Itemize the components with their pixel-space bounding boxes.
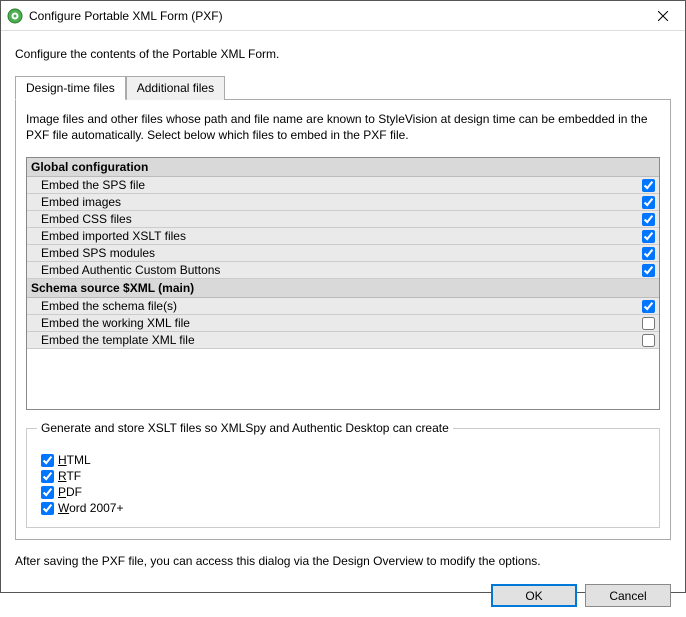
format-option[interactable]: RTF (37, 469, 649, 483)
titlebar: Configure Portable XML Form (PXF) (1, 1, 685, 31)
config-row-checkbox[interactable] (642, 213, 655, 226)
cancel-button[interactable]: Cancel (585, 584, 671, 607)
config-row-label: Embed the template XML file (41, 333, 642, 347)
config-row-checkbox[interactable] (642, 317, 655, 330)
footer-note: After saving the PXF file, you can acces… (15, 554, 671, 568)
tab-additional-files[interactable]: Additional files (126, 76, 225, 100)
format-checkbox[interactable] (41, 454, 54, 467)
formats-legend: Generate and store XSLT files so XMLSpy … (37, 421, 453, 435)
tab-panel-design: Image files and other files whose path a… (15, 100, 671, 540)
config-group-header: Schema source $XML (main) (27, 279, 659, 298)
config-row: Embed CSS files (27, 211, 659, 228)
format-option[interactable]: HTML (37, 453, 649, 467)
tab-strip: Design-time files Additional files (15, 75, 671, 100)
config-row-label: Embed imported XSLT files (41, 229, 642, 243)
config-group-header: Global configuration (27, 158, 659, 177)
ok-button[interactable]: OK (491, 584, 577, 607)
format-option[interactable]: PDF (37, 485, 649, 499)
output-formats-fieldset: Generate and store XSLT files so XMLSpy … (26, 428, 660, 528)
config-table-spacer (27, 349, 659, 409)
config-row-label: Embed CSS files (41, 212, 642, 226)
dialog-button-row: OK Cancel (1, 578, 685, 617)
config-row: Embed Authentic Custom Buttons (27, 262, 659, 279)
format-label: Word 2007+ (58, 501, 124, 515)
config-row: Embed the schema file(s) (27, 298, 659, 315)
config-row: Embed images (27, 194, 659, 211)
intro-text: Configure the contents of the Portable X… (15, 47, 671, 61)
config-row-label: Embed the SPS file (41, 178, 642, 192)
config-row-checkbox[interactable] (642, 196, 655, 209)
format-label: RTF (58, 469, 81, 483)
config-table: Global configurationEmbed the SPS file Em… (26, 157, 660, 410)
config-row: Embed SPS modules (27, 245, 659, 262)
config-row-label: Embed Authentic Custom Buttons (41, 263, 642, 277)
config-row-checkbox[interactable] (642, 334, 655, 347)
config-row-label: Embed the schema file(s) (41, 299, 642, 313)
format-label: PDF (58, 485, 82, 499)
format-checkbox[interactable] (41, 502, 54, 515)
tab-design-time-files[interactable]: Design-time files (15, 76, 126, 100)
format-label: HTML (58, 453, 91, 467)
config-row-checkbox[interactable] (642, 264, 655, 277)
panel-description: Image files and other files whose path a… (26, 112, 660, 143)
config-row-checkbox[interactable] (642, 300, 655, 313)
format-option[interactable]: Word 2007+ (37, 501, 649, 515)
config-row: Embed the working XML file (27, 315, 659, 332)
config-row: Embed the SPS file (27, 177, 659, 194)
config-row-label: Embed images (41, 195, 642, 209)
format-checkbox[interactable] (41, 470, 54, 483)
config-row: Embed imported XSLT files (27, 228, 659, 245)
config-row-label: Embed the working XML file (41, 316, 642, 330)
format-checkbox[interactable] (41, 486, 54, 499)
config-row-label: Embed SPS modules (41, 246, 642, 260)
config-row-checkbox[interactable] (642, 230, 655, 243)
app-icon (7, 8, 23, 24)
window-title: Configure Portable XML Form (PXF) (29, 9, 223, 23)
close-button[interactable] (640, 1, 685, 31)
config-row: Embed the template XML file (27, 332, 659, 349)
config-row-checkbox[interactable] (642, 179, 655, 192)
config-row-checkbox[interactable] (642, 247, 655, 260)
